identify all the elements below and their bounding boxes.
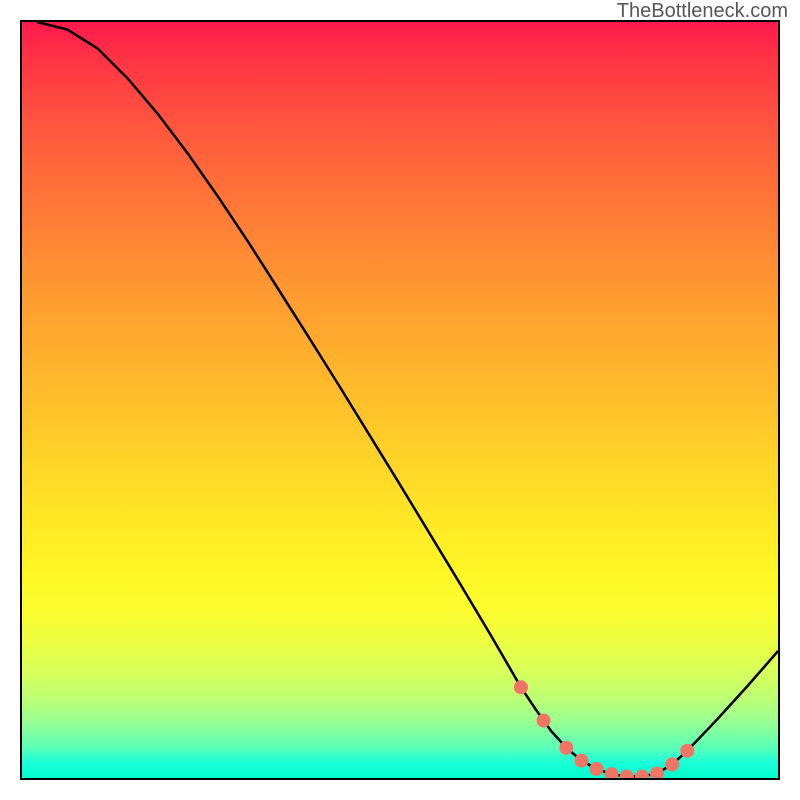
data-point bbox=[537, 714, 551, 728]
chart-container: TheBottleneck.com bbox=[0, 0, 800, 800]
data-points-group bbox=[514, 680, 694, 778]
data-point bbox=[605, 767, 619, 778]
data-point bbox=[680, 744, 694, 758]
data-point bbox=[514, 680, 528, 694]
data-point bbox=[590, 762, 604, 776]
data-point bbox=[559, 741, 573, 755]
bottleneck-curve bbox=[37, 22, 778, 776]
data-point bbox=[620, 769, 634, 778]
data-point bbox=[635, 769, 649, 778]
data-point bbox=[574, 754, 588, 768]
data-point bbox=[665, 757, 679, 771]
plot-area bbox=[20, 20, 780, 780]
curve-svg bbox=[22, 22, 778, 778]
data-point bbox=[650, 766, 664, 778]
